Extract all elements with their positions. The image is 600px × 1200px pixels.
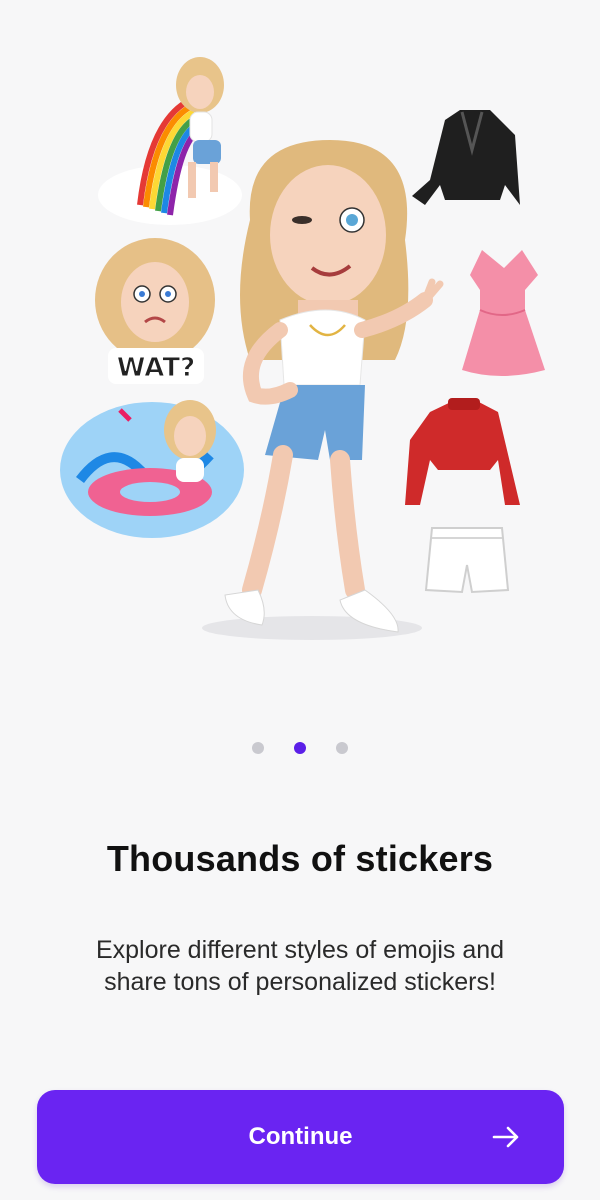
pool-sticker (60, 400, 244, 538)
page-indicator (0, 742, 600, 754)
arrow-right-icon (492, 1126, 519, 1148)
shorts-sticker (424, 527, 510, 594)
page-dot-2-active[interactable] (294, 742, 306, 754)
page-dot-1[interactable] (252, 742, 264, 754)
continue-label: Continue (248, 1123, 353, 1150)
jacket-sticker (412, 110, 520, 205)
stickers-illustration: WAT? (60, 57, 545, 640)
onboarding-title: Thousands of stickers (106, 838, 494, 879)
continue-button[interactable]: Continue (37, 1090, 564, 1184)
crop-top-sticker (405, 398, 520, 505)
wat-label: WAT? (117, 353, 195, 383)
wat-sticker: WAT? (95, 238, 215, 384)
onboarding-screen: WAT? Thousands of stickers Explore diffe… (0, 0, 600, 1200)
main-character (202, 140, 444, 640)
dress-sticker (462, 250, 545, 376)
page-dot-3[interactable] (336, 742, 348, 754)
rainbow-sticker (98, 57, 242, 225)
onboarding-description: Explore different styles of emojis and s… (95, 936, 505, 996)
